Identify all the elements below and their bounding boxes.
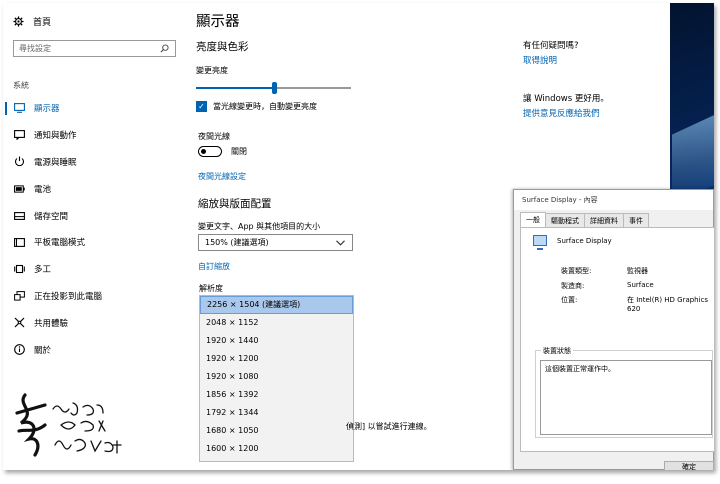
search-icon [159, 43, 170, 54]
power-icon [14, 156, 25, 167]
resolution-option[interactable]: 1600 × 1200 [200, 439, 353, 457]
general-tab-panel: Surface Display 裝置類型: 監視器 製造商: Surface 位… [520, 227, 714, 452]
scale-label: 變更文字、App 與其他項目的大小 [198, 222, 321, 231]
sidebar-item-label: 正在投影到此電腦 [34, 291, 103, 302]
prop-value: 在 Intel(R) HD Graphics 620 [627, 296, 709, 313]
feedback-link[interactable]: 提供意見反應給我們 [523, 107, 600, 119]
resolution-option[interactable]: 1792 × 1344 [200, 403, 353, 421]
auto-brightness-checkbox[interactable]: ✓ 當光線變更時，自動變更亮度 [196, 101, 317, 112]
search-placeholder: 尋找設定 [19, 44, 51, 53]
sidebar-nav: 顯示器 通知與動作 電源與睡眠 電池 儲存空間 平板電腦模式 多工 正在投影到此… [3, 95, 186, 363]
sidebar-item-notifications[interactable]: 通知與動作 [3, 122, 186, 149]
tablet-icon [14, 237, 25, 248]
shared-icon [14, 317, 25, 328]
sidebar-item-about[interactable]: 關於 [3, 336, 186, 363]
device-status-title: 裝置狀態 [541, 346, 573, 356]
gear-icon [13, 16, 24, 27]
sidebar-item-multitasking[interactable]: 多工 [3, 256, 186, 283]
monitor-icon [533, 235, 547, 250]
sidebar-item-label: 共用體驗 [34, 318, 69, 329]
night-light-toggle-row: 關閉 [198, 146, 247, 157]
prop-value: 監視器 [627, 267, 648, 275]
detect-hint-text: 偵測] 以嘗試進行連線。 [346, 422, 432, 431]
auto-brightness-label: 當光線變更時，自動變更亮度 [213, 102, 317, 111]
night-light-state: 關閉 [231, 147, 247, 156]
display-settings-panel: 顯示器 亮度與色彩 變更亮度 ✓ 當光線變更時，自動變更亮度 夜間光線 關閉 夜… [196, 3, 516, 470]
dialog-title: Surface Display - 內容 [514, 190, 713, 210]
sidebar-item-label: 平板電腦模式 [34, 238, 86, 249]
sidebar-item-projecting[interactable]: 正在投影到此電腦 [3, 283, 186, 310]
slider-thumb[interactable] [272, 82, 277, 94]
resolution-option[interactable]: 1856 × 1392 [200, 385, 353, 403]
night-light-label: 夜間光線 [198, 132, 230, 141]
sidebar-item-power[interactable]: 電源與睡眠 [3, 149, 186, 176]
home-link[interactable]: 首頁 [13, 15, 51, 28]
prop-key: 裝置類型: [561, 267, 592, 275]
device-status-group: 裝置狀態 這個裝置正常運作中。 [535, 346, 713, 438]
brightness-heading: 亮度與色彩 [196, 41, 249, 53]
prop-key: 製造商: [561, 282, 585, 290]
resolution-dropdown[interactable]: 2256 × 1504 (建議選項) 2048 × 1152 1920 × 14… [199, 295, 354, 462]
search-input[interactable]: 尋找設定 [13, 40, 176, 57]
prop-value: Surface [627, 281, 654, 289]
slider-track-filled [196, 87, 274, 89]
device-header: Surface Display [533, 235, 612, 250]
resolution-label: 解析度 [199, 284, 223, 293]
resolution-option[interactable]: 2048 × 1152 [200, 314, 353, 332]
multitask-icon [14, 264, 25, 275]
scale-heading: 縮放與版面配置 [198, 198, 272, 210]
sidebar-item-label: 通知與動作 [34, 131, 77, 142]
handwritten-watermark [15, 393, 122, 457]
checkmark-icon: ✓ [196, 101, 207, 112]
prop-key: 位置: [561, 296, 578, 304]
brightness-slider[interactable] [196, 82, 351, 94]
info-icon [14, 344, 25, 355]
custom-scale-link[interactable]: 自訂縮放 [198, 261, 230, 272]
settings-window: 首頁 尋找設定 系統 顯示器 通知與動作 電源與睡眠 電池 儲存空間 平板電腦模… [3, 3, 714, 470]
resolution-option[interactable]: 2256 × 1504 (建議選項) [200, 296, 353, 314]
sidebar-item-display[interactable]: 顯示器 [3, 95, 186, 122]
resolution-option[interactable]: 1680 × 1050 [200, 421, 353, 439]
help-question: 有任何疑問嗎? [523, 41, 579, 51]
storage-icon [14, 210, 25, 221]
ok-button[interactable]: 確定 [664, 461, 714, 470]
sidebar-item-label: 關於 [34, 345, 52, 356]
sidebar-item-storage[interactable]: 儲存空間 [3, 202, 186, 229]
sidebar-item-tablet-mode[interactable]: 平板電腦模式 [3, 229, 186, 256]
improve-text: 讓 Windows 更好用。 [523, 94, 609, 104]
properties-dialog: Surface Display - 內容 一般 驅動程式 詳細資料 事件 Sur… [513, 189, 714, 470]
sidebar-item-shared-experiences[interactable]: 共用體驗 [3, 309, 186, 336]
resolution-option[interactable]: 1920 × 1440 [200, 332, 353, 350]
sidebar-item-label: 多工 [34, 265, 52, 276]
battery-icon [14, 183, 25, 194]
sidebar-item-label: 儲存空間 [34, 211, 69, 222]
sidebar-item-label: 顯示器 [34, 104, 60, 115]
scale-value: 150% (建議選項) [205, 238, 269, 247]
slider-track-empty [274, 87, 351, 89]
chevron-down-icon [335, 237, 346, 248]
home-label: 首頁 [33, 18, 52, 28]
sidebar-item-label: 電池 [34, 184, 52, 195]
project-icon [14, 290, 25, 301]
get-help-link[interactable]: 取得說明 [523, 54, 557, 66]
resolution-option[interactable]: 1920 × 1200 [200, 350, 353, 368]
device-status-text: 這個裝置正常運作中。 [540, 360, 712, 435]
page-title: 顯示器 [196, 14, 240, 30]
device-name: Surface Display [557, 236, 612, 245]
sidebar-item-battery[interactable]: 電池 [3, 175, 186, 202]
display-icon [14, 103, 25, 114]
scale-select[interactable]: 150% (建議選項) [198, 234, 353, 251]
brightness-label: 變更亮度 [196, 66, 228, 75]
sidebar-item-label: 電源與睡眠 [34, 157, 77, 168]
notification-icon [14, 130, 25, 141]
resolution-option[interactable]: 1920 × 1080 [200, 368, 353, 386]
toggle-knob [201, 148, 206, 154]
section-label: 系統 [13, 81, 29, 90]
night-light-settings-link[interactable]: 夜間光線設定 [198, 171, 246, 182]
night-light-toggle[interactable] [198, 146, 222, 157]
